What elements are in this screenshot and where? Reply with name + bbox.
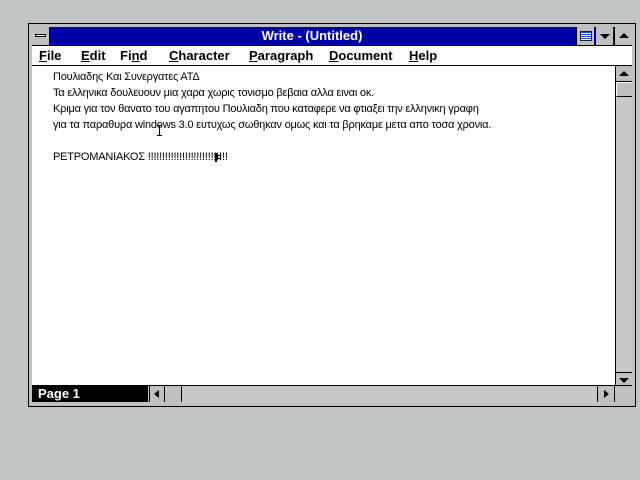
scroll-up-arrow-icon <box>619 71 629 76</box>
document-line: Πουλιαδης Και Συνεργατες ΑΤΔ <box>53 71 200 83</box>
vertical-scroll-thumb[interactable] <box>616 82 632 97</box>
menu-bar: File Edit Find Character Paragraph Docum… <box>32 46 632 66</box>
menu-help[interactable]: Help <box>409 46 437 65</box>
document-area[interactable]: Πουλιαδης Και Συνεργατες ΑΤΔ Τα ελληνικα… <box>32 66 616 388</box>
document-line: για τα παραθυρα windows 3.0 ευτυχως σωθη… <box>53 119 492 131</box>
menu-find[interactable]: Find <box>120 46 147 65</box>
menu-paragraph[interactable]: Paragraph <box>249 46 313 65</box>
end-of-document-mark <box>215 153 221 162</box>
minimize-arrow-icon <box>600 34 610 39</box>
document-line: ΡΕΤΡΟΜΑΝΙΑΚΟΣ !!!!!!!!!!!!!!!!!!!!!!!!!!… <box>53 151 228 163</box>
scroll-down-arrow-icon <box>619 378 629 383</box>
document-line: Κριμα για τον θανατο του αγαπητου Πουλια… <box>53 103 479 115</box>
page-indicator[interactable]: Page 1 <box>32 386 148 402</box>
vertical-scrollbar[interactable] <box>615 66 632 388</box>
window-title: Write - (Untitled) <box>261 28 363 43</box>
status-bar: Page 1 <box>32 385 632 403</box>
horizontal-scrollbar[interactable] <box>149 386 613 402</box>
menu-character[interactable]: Character <box>169 46 230 65</box>
system-menu-icon[interactable] <box>32 27 50 45</box>
document-line: Τα ελληνικα δουλευουν μια χαρα χωρις τον… <box>53 87 374 99</box>
scroll-left-arrow-icon <box>154 390 159 398</box>
scroll-right-button[interactable] <box>597 386 613 402</box>
menu-file[interactable]: File <box>39 46 61 65</box>
maximize-arrow-icon <box>619 33 629 38</box>
scroll-left-button[interactable] <box>149 386 165 402</box>
scroll-right-arrow-icon <box>604 390 609 398</box>
menu-edit[interactable]: Edit <box>81 46 106 65</box>
greek-keyboard-flag-icon[interactable] <box>576 27 594 45</box>
minimize-button[interactable] <box>595 27 613 45</box>
scroll-up-button[interactable] <box>616 66 632 82</box>
maximize-button[interactable] <box>614 27 632 45</box>
write-window: Write - (Untitled) File Edit Find Charac… <box>28 23 636 407</box>
menu-document[interactable]: Document <box>329 46 393 65</box>
horizontal-scroll-thumb[interactable] <box>166 386 182 402</box>
title-bar[interactable]: Write - (Untitled) <box>32 27 632 46</box>
ibeam-cursor-icon <box>157 125 162 136</box>
size-grip <box>614 386 632 402</box>
